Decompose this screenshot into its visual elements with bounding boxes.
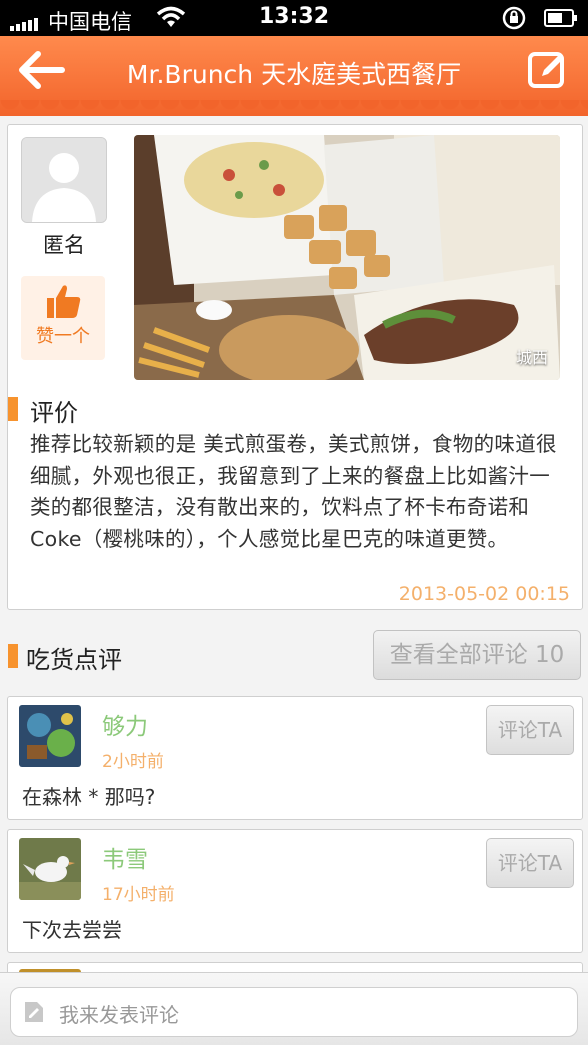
review-post-card: 匿名 赞一个 城西 评价 推荐比较新颖的是 美式煎蛋卷，美式煎饼，食物的味道很细… xyxy=(7,124,583,610)
edit-icon[interactable] xyxy=(526,48,570,92)
navbar-scallop-edge xyxy=(0,100,588,116)
comments-section-title: 吃货点评 xyxy=(26,646,122,674)
commenter-avatar[interactable] xyxy=(19,838,81,900)
comment-item: 够力 2小时前 在森林 * 那吗? 评论TA xyxy=(7,696,583,820)
commenter-name[interactable]: 够力 xyxy=(102,707,148,741)
review-text: 推荐比较新颖的是 美式煎蛋卷，美式煎饼，食物的味道很细腻，外观也很正，我留意到了… xyxy=(30,432,557,551)
like-button[interactable]: 赞一个 xyxy=(21,276,105,360)
comment-composer-bar: 我来发表评论 xyxy=(0,972,588,1045)
comment-time: 17小时前 xyxy=(102,885,175,905)
page-title: Mr.Brunch 天水庭美式西餐厅 xyxy=(126,60,462,89)
commenter-avatar[interactable] xyxy=(19,705,81,767)
comment-time: 2小时前 xyxy=(102,752,164,772)
compose-icon xyxy=(25,1002,43,1022)
view-all-comments-button[interactable]: 查看全部评论 10 xyxy=(373,630,581,680)
comment-text: 在森林 * 那吗? xyxy=(22,785,156,809)
comment-input-placeholder: 我来发表评论 xyxy=(59,1003,179,1027)
review-section-title: 评价 xyxy=(30,399,78,427)
commenter-name[interactable]: 韦雪 xyxy=(102,840,148,874)
clock: 13:32 xyxy=(258,4,330,29)
review-date: 2013-05-02 00:15 xyxy=(398,583,570,605)
author-name: 匿名 xyxy=(43,233,85,257)
battery-icon xyxy=(544,9,577,27)
back-arrow-icon[interactable] xyxy=(16,48,68,92)
thumbs-up-icon xyxy=(47,285,81,318)
reply-button[interactable]: 评论TA xyxy=(486,838,574,888)
rotation-lock-icon xyxy=(502,6,526,30)
anonymous-avatar[interactable] xyxy=(21,137,107,223)
comment-item: 韦雪 17小时前 下次去尝尝 评论TA xyxy=(7,829,583,953)
reply-button[interactable]: 评论TA xyxy=(486,705,574,755)
comment-text: 下次去尝尝 xyxy=(22,918,122,942)
food-photo[interactable]: 城西 xyxy=(134,135,560,380)
photo-location-label: 城西 xyxy=(515,348,548,367)
status-bar: 中国电信 13:32 xyxy=(0,0,588,36)
person-silhouette-icon xyxy=(22,138,106,222)
dove-avatar-image xyxy=(19,838,81,900)
section-marker xyxy=(8,644,18,668)
section-marker xyxy=(8,397,18,421)
comment-input[interactable]: 我来发表评论 xyxy=(10,987,578,1037)
like-label: 赞一个 xyxy=(36,326,90,347)
food-photo-illustration xyxy=(134,135,560,380)
game-avatar-image xyxy=(19,705,81,767)
